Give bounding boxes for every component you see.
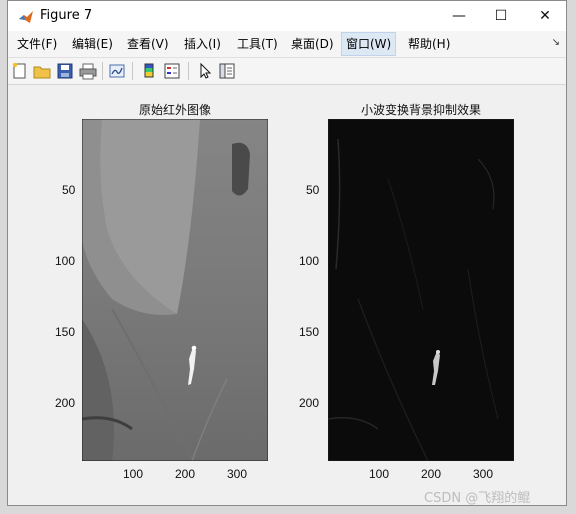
- close-icon: ✕: [539, 8, 551, 24]
- figure-window: Figure 7 — ☐ ✕ 文件(F) 编辑(E) 查看(V) 插入(I) 工…: [7, 0, 567, 506]
- left-y-tick-50: 50: [62, 183, 76, 197]
- left-axes-title: 原始红外图像: [138, 103, 212, 117]
- insert-legend-icon[interactable]: [163, 62, 181, 80]
- figure-toolbar: [8, 58, 566, 85]
- right-y-tick-50: 50: [306, 183, 320, 197]
- open-folder-icon[interactable]: [33, 62, 51, 80]
- right-x-tick-100: 100: [369, 467, 390, 481]
- right-axes-title: 小波变换背景抑制效果: [360, 103, 482, 117]
- maximize-button[interactable]: ☐: [478, 1, 524, 31]
- link-plot-icon[interactable]: [108, 62, 126, 80]
- left-x-tick-100: 100: [123, 467, 144, 481]
- right-x-tick-200: 200: [421, 467, 442, 481]
- print-icon[interactable]: [79, 62, 97, 80]
- left-y-tick-200: 200: [55, 396, 76, 410]
- window-title: Figure 7: [40, 8, 93, 23]
- original-infrared-image[interactable]: [82, 119, 268, 461]
- minimize-icon: —: [452, 8, 466, 24]
- menu-window[interactable]: 窗口(W): [341, 32, 397, 56]
- csdn-watermark: CSDN @飞翔的鲲: [424, 491, 531, 506]
- menu-edit[interactable]: 编辑(E): [68, 33, 117, 55]
- left-y-tick-150: 150: [55, 325, 76, 339]
- menu-view[interactable]: 查看(V): [123, 33, 173, 55]
- close-button[interactable]: ✕: [522, 1, 566, 31]
- title-bar[interactable]: Figure 7 — ☐ ✕: [8, 1, 566, 31]
- save-icon[interactable]: [56, 62, 74, 80]
- left-x-tick-200: 200: [175, 467, 196, 481]
- menu-file[interactable]: 文件(F): [13, 33, 61, 55]
- menu-insert[interactable]: 插入(I): [180, 33, 225, 55]
- toolbar-separator: [188, 62, 189, 80]
- toolbar-separator: [102, 62, 103, 80]
- right-y-tick-200: 200: [299, 396, 320, 410]
- right-y-tick-150: 150: [299, 325, 320, 339]
- matlab-logo-icon: [19, 11, 33, 23]
- menu-bar: 文件(F) 编辑(E) 查看(V) 插入(I) 工具(T) 桌面(D) 窗口(W…: [8, 31, 566, 58]
- wavelet-background-suppression-image[interactable]: [328, 119, 514, 461]
- menu-tools[interactable]: 工具(T): [233, 33, 282, 55]
- toolbar-separator: [132, 62, 133, 80]
- menu-help[interactable]: 帮助(H): [404, 33, 454, 55]
- figure-canvas[interactable]: 原始红外图像 50 100 150 200 100 200 300 小波变换背景…: [8, 85, 566, 505]
- plot-browser-icon[interactable]: [218, 62, 236, 80]
- right-x-tick-300: 300: [473, 467, 494, 481]
- dock-arrow-icon[interactable]: ↘: [552, 37, 560, 48]
- maximize-icon: ☐: [494, 8, 508, 24]
- left-y-tick-100: 100: [55, 254, 76, 268]
- menu-desktop[interactable]: 桌面(D): [287, 33, 338, 55]
- right-y-tick-100: 100: [299, 254, 320, 268]
- insert-colorbar-icon[interactable]: [140, 62, 158, 80]
- left-x-tick-300: 300: [227, 467, 248, 481]
- minimize-button[interactable]: —: [436, 1, 482, 31]
- new-figure-icon[interactable]: [11, 62, 29, 80]
- pointer-icon[interactable]: [196, 62, 214, 80]
